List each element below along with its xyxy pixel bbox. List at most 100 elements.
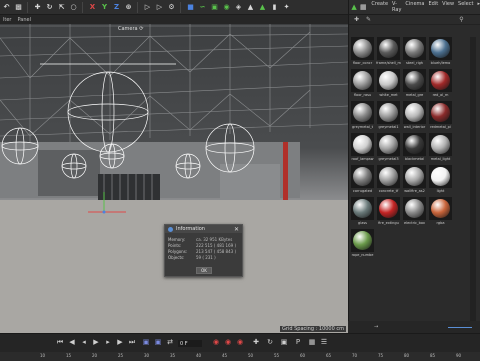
close-icon[interactable]: ✕: [234, 226, 239, 233]
camera-label[interactable]: Camera ⟳: [118, 26, 143, 32]
material-swatch[interactable]: frame/shell_m: [376, 37, 401, 68]
live-select-icon[interactable]: ○: [68, 2, 79, 13]
frame-tick-label: 45: [222, 353, 228, 358]
material-swatch[interactable]: electric_box: [402, 197, 427, 228]
play-icon[interactable]: ▶: [92, 338, 100, 346]
render-view-icon[interactable]: ▷: [142, 2, 153, 13]
menu-cinema[interactable]: Cinema: [405, 1, 424, 13]
viewport-menu-panel[interactable]: Panel: [17, 17, 31, 23]
layout-icon[interactable]: ▦: [359, 2, 367, 13]
go-to-end-icon[interactable]: ⏭: [128, 338, 136, 346]
render-region-icon[interactable]: ▷: [154, 2, 165, 13]
autokey-record-icon[interactable]: ◉: [224, 338, 232, 346]
material-swatch[interactable]: steel_righ: [402, 37, 427, 68]
info-value: 213 547 ( 458 843 ): [196, 248, 237, 254]
material-swatch[interactable]: greymetal3: [376, 133, 401, 164]
material-thumbnail: [351, 101, 374, 124]
material-swatch[interactable]: concrete_tf: [376, 165, 401, 196]
scene-icon[interactable]: ▲: [245, 2, 256, 13]
coordinate-system-icon[interactable]: ⊛: [123, 2, 134, 13]
current-frame-field[interactable]: 0 F: [178, 340, 202, 347]
material-swatch[interactable]: metal_light: [428, 133, 453, 164]
material-swatch[interactable]: metal_gre: [402, 69, 427, 100]
viewport-menu-filter[interactable]: lter: [3, 17, 11, 23]
spline-icon[interactable]: ∽: [197, 2, 208, 13]
move-icon[interactable]: ✚: [32, 2, 43, 13]
camera-icon[interactable]: ▮: [269, 2, 280, 13]
rotate-icon[interactable]: ↻: [44, 2, 55, 13]
selection-icon[interactable]: ▩: [13, 2, 24, 13]
point-level-icon[interactable]: ▦: [308, 338, 316, 346]
material-swatch[interactable]: rope_numbe: [350, 229, 375, 260]
material-thumbnail: [429, 133, 452, 156]
rotation-key-icon[interactable]: ↻: [266, 338, 274, 346]
timeline-settings-icon[interactable]: ☰: [320, 338, 328, 346]
scale-icon[interactable]: ⇱: [56, 2, 67, 13]
render-settings-icon[interactable]: ⚙: [166, 2, 177, 13]
y-axis-icon[interactable]: Y: [99, 2, 110, 13]
menu-select[interactable]: Select: [458, 1, 473, 13]
material-thumbnail: [351, 197, 374, 220]
record-mode-icon[interactable]: ▣: [142, 338, 150, 346]
environment-icon[interactable]: ▲: [257, 2, 268, 13]
loop-icon[interactable]: ⇄: [166, 338, 174, 346]
material-swatch[interactable]: blackmetal: [402, 133, 427, 164]
material-swatch[interactable]: roof_lampsw: [350, 133, 375, 164]
scene-icon[interactable]: ▲: [350, 2, 358, 13]
material-preview-sphere: [353, 231, 372, 250]
material-swatch[interactable]: glass: [350, 197, 375, 228]
cube-icon[interactable]: ■: [185, 2, 196, 13]
material-thumbnail: [403, 165, 426, 188]
record-key-icon[interactable]: ◉: [212, 338, 220, 346]
material-swatch[interactable]: wall_interior: [402, 101, 427, 132]
material-swatch[interactable]: wallfire_as2: [402, 165, 427, 196]
next-key-icon[interactable]: ▶: [116, 338, 124, 346]
light-icon[interactable]: ✦: [281, 2, 292, 13]
material-swatch[interactable]: floor_rasu: [350, 69, 375, 100]
material-swatch[interactable]: red_ol_m: [428, 69, 453, 100]
material-swatch[interactable]: greymetal1: [376, 101, 401, 132]
zoom-slider[interactable]: [448, 327, 472, 328]
edit-icon[interactable]: ✎: [364, 16, 373, 24]
3d-viewport[interactable]: Camera ⟳ Grid Spacing : 10000 cm Informa…: [0, 24, 348, 333]
material-preview-sphere: [353, 71, 372, 90]
search-icon[interactable]: ⚲: [457, 16, 466, 24]
menu-vray[interactable]: V-Ray: [392, 1, 401, 13]
step-forward-icon[interactable]: ▸: [104, 338, 112, 346]
undo-icon[interactable]: ↶: [1, 2, 12, 13]
keyframe-select-icon[interactable]: ◉: [236, 338, 244, 346]
material-name: floor_rasu: [353, 93, 372, 97]
go-to-start-icon[interactable]: ⏮: [56, 338, 64, 346]
auto-key-icon[interactable]: ▣: [154, 338, 162, 346]
material-name: electric_box: [404, 221, 425, 225]
link-icon[interactable]: →: [374, 324, 378, 330]
previous-key-icon[interactable]: ◀: [68, 338, 76, 346]
z-axis-icon[interactable]: Z: [111, 2, 122, 13]
step-back-icon[interactable]: ◂: [80, 338, 88, 346]
x-axis-icon[interactable]: X: [87, 2, 98, 13]
position-key-icon[interactable]: ✚: [252, 338, 260, 346]
menu-edit[interactable]: Edit: [428, 1, 438, 13]
material-swatch[interactable]: rgba: [428, 197, 453, 228]
material-swatch[interactable]: blueh/lemo: [428, 37, 453, 68]
material-swatch[interactable]: light: [428, 165, 453, 196]
subdivision-icon[interactable]: ◉: [221, 2, 232, 13]
scale-key-icon[interactable]: ▣: [280, 338, 288, 346]
parameter-key-icon[interactable]: P: [294, 338, 302, 346]
menu-create[interactable]: Create: [371, 1, 388, 13]
material-swatch[interactable]: floor_concr: [350, 37, 375, 68]
material-swatch[interactable]: fire_extingu: [376, 197, 401, 228]
generator-icon[interactable]: ▣: [209, 2, 220, 13]
material-name: steel_righ: [405, 61, 424, 65]
ok-button[interactable]: OK: [196, 267, 212, 274]
material-swatch[interactable]: corrugated: [350, 165, 375, 196]
add-icon[interactable]: ✚: [352, 16, 361, 24]
material-preview-sphere: [405, 103, 424, 122]
material-swatch[interactable]: white_met: [376, 69, 401, 100]
material-swatch[interactable]: redmetal_pi: [428, 101, 453, 132]
material-scrollbar[interactable]: [470, 37, 476, 327]
material-swatch[interactable]: greymetal_t: [350, 101, 375, 132]
menu-view[interactable]: View: [442, 1, 454, 13]
rolling-door: [98, 174, 160, 200]
deformer-icon[interactable]: ◈: [233, 2, 244, 13]
